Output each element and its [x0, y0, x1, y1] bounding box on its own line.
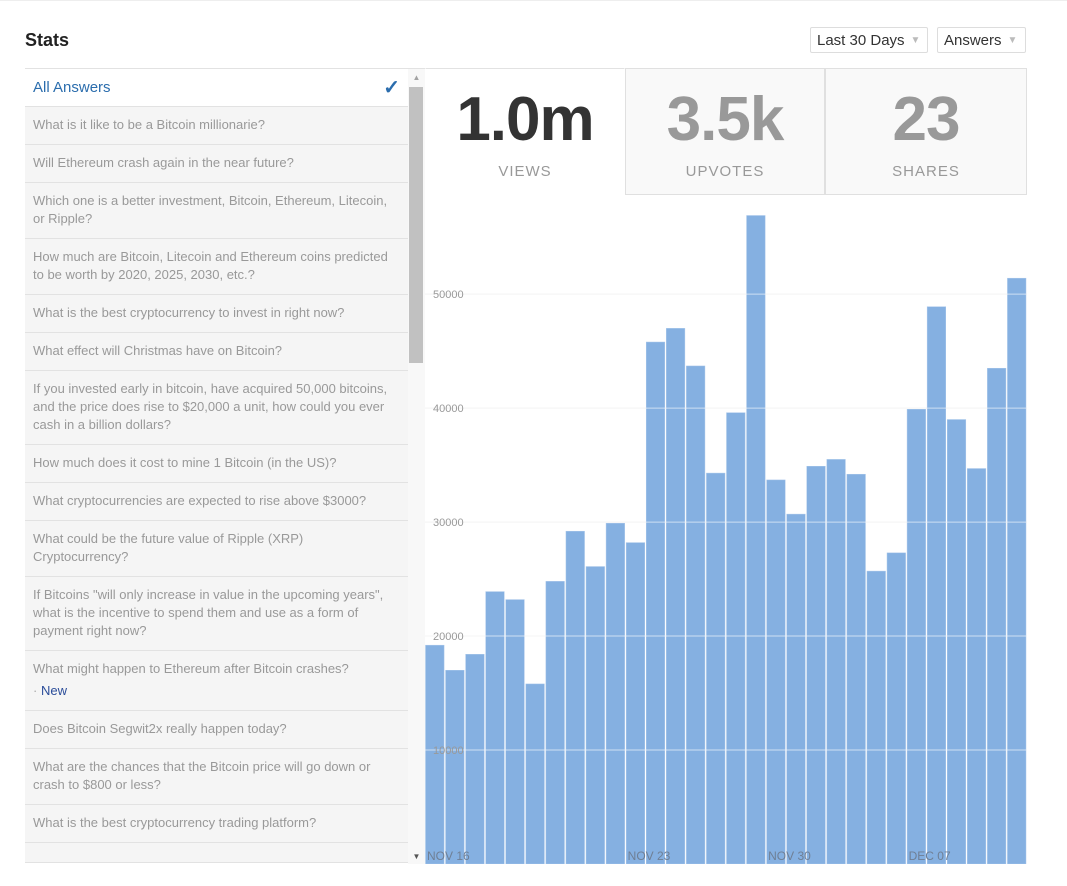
- list-item[interactable]: What is it like to be a Bitcoin milliona…: [25, 107, 408, 145]
- scrollbar-thumb[interactable]: [409, 87, 423, 363]
- list-item[interactable]: If Bitcoins "will only increase in value…: [25, 577, 408, 651]
- answer-question-text: What is the best cryptocurrency to inves…: [33, 305, 345, 320]
- answer-question-text: If you invested early in bitcoin, have a…: [33, 381, 388, 432]
- x-tick-label: NOV 16: [427, 849, 470, 863]
- bar[interactable]: [645, 341, 666, 864]
- type-dropdown[interactable]: Answers ▼: [937, 27, 1026, 53]
- bar[interactable]: [806, 465, 826, 864]
- y-tick-label: 10000: [433, 745, 464, 757]
- list-item-all-answers[interactable]: All Answers ✓: [25, 69, 408, 107]
- bar[interactable]: [686, 365, 706, 864]
- answers-list: All Answers ✓ What is it like to be a Bitc…: [25, 68, 425, 864]
- answer-question-text: How much are Bitcoin, Litecoin and Ether…: [33, 249, 388, 282]
- answer-question-text: What might happen to Ethereum after Bitc…: [33, 661, 349, 676]
- list-item[interactable]: What might happen to Ethereum after Bitc…: [25, 651, 408, 711]
- views-bar-chart: 10000 20000 30000 40000 50000 NOV 16 NOV 23 NOV…: [425, 215, 1027, 864]
- stat-label: VIEWS: [498, 163, 552, 180]
- bar[interactable]: [585, 566, 605, 864]
- type-dropdown-value: Answers: [944, 31, 1002, 49]
- list-item[interactable]: Does Bitcoin Segwit2x really happen toda…: [25, 711, 408, 749]
- answer-question-text: Will Ethereum crash again in the near fu…: [33, 155, 294, 170]
- new-badge: · New: [33, 683, 67, 698]
- stat-value: 23: [892, 85, 961, 154]
- bar[interactable]: [565, 530, 585, 864]
- bar[interactable]: [465, 654, 485, 864]
- bar[interactable]: [946, 419, 967, 864]
- bar[interactable]: [926, 306, 946, 864]
- list-item[interactable]: What effect will Christmas have on Bitco…: [25, 333, 408, 371]
- list-item[interactable]: What could be the future value of Ripple…: [25, 521, 408, 577]
- bar[interactable]: [987, 367, 1007, 864]
- y-tick-label: 50000: [433, 289, 464, 301]
- bar[interactable]: [886, 552, 906, 864]
- answer-question-text: What cryptocurrencies are expected to ri…: [33, 493, 367, 508]
- checkmark-icon: ✓: [383, 76, 400, 99]
- range-dropdown[interactable]: Last 30 Days ▼: [810, 27, 928, 53]
- bar[interactable]: [846, 473, 866, 864]
- bar[interactable]: [866, 570, 886, 864]
- list-item[interactable]: Which one is a better investment, Bitcoi…: [25, 183, 408, 239]
- answer-question-text: What could be the future value of Ripple…: [33, 531, 304, 564]
- answer-question-text: Does Bitcoin Segwit2x really happen toda…: [33, 721, 287, 736]
- x-tick-label: NOV 30: [768, 849, 811, 863]
- stat-label: SHARES: [892, 163, 960, 180]
- bar[interactable]: [786, 513, 806, 864]
- stat-value: 3.5k: [666, 85, 785, 154]
- list-item[interactable]: How much are Bitcoin, Litecoin and Ether…: [25, 239, 408, 295]
- y-tick-label: 30000: [433, 517, 464, 529]
- stat-tab-views[interactable]: 1.0m VIEWS: [425, 68, 625, 195]
- bar[interactable]: [826, 459, 846, 864]
- bar[interactable]: [967, 468, 987, 864]
- bar[interactable]: [505, 599, 525, 864]
- bar[interactable]: [525, 683, 545, 864]
- bar[interactable]: [445, 670, 465, 864]
- bar[interactable]: [625, 542, 645, 864]
- stat-tab-shares[interactable]: 23 SHARES: [825, 68, 1027, 195]
- bar[interactable]: [746, 215, 766, 864]
- list-item[interactable]: What is the best cryptocurrency trading …: [25, 805, 408, 843]
- caret-down-icon: ▼: [910, 34, 921, 46]
- list-item[interactable]: Will Ethereum crash again in the near fu…: [25, 145, 408, 183]
- bar[interactable]: [906, 409, 926, 864]
- answer-question-text: What effect will Christmas have on Bitco…: [33, 343, 283, 358]
- answer-question-text: If Bitcoins "will only increase in value…: [33, 587, 384, 638]
- answer-question-text: What are the chances that the Bitcoin pr…: [33, 759, 371, 792]
- bar[interactable]: [766, 479, 786, 864]
- list-item[interactable]: If you invested early in bitcoin, have a…: [25, 371, 408, 445]
- page-title: Stats: [25, 30, 70, 50]
- y-tick-label: 40000: [433, 403, 464, 415]
- stat-tab-upvotes[interactable]: 3.5k UPVOTES: [625, 68, 825, 195]
- answer-question-text: What is the best cryptocurrency trading …: [33, 815, 317, 830]
- new-badge-label: New: [40, 683, 67, 698]
- top-divider: [0, 0, 1067, 1]
- scrollbar[interactable]: ▲ ▼: [408, 69, 425, 864]
- x-tick-label: NOV 23: [628, 849, 671, 863]
- bar[interactable]: [706, 472, 726, 864]
- list-item[interactable]: How much does it cost to mine 1 Bitcoin …: [25, 445, 408, 483]
- stat-label: UPVOTES: [685, 163, 765, 180]
- list-item[interactable]: What cryptocurrencies are expected to ri…: [25, 483, 408, 521]
- bar[interactable]: [666, 328, 686, 864]
- bar[interactable]: [1007, 277, 1027, 864]
- x-tick-label: DEC 07: [909, 849, 951, 863]
- scroll-down-arrow-icon[interactable]: ▼: [408, 852, 425, 861]
- y-tick-label: 20000: [433, 631, 464, 643]
- answer-question-text: How much does it cost to mine 1 Bitcoin …: [33, 455, 337, 470]
- answer-question-text: Which one is a better investment, Bitcoi…: [33, 193, 388, 226]
- answer-question-text: What is it like to be a Bitcoin milliona…: [33, 117, 265, 132]
- scroll-up-arrow-icon[interactable]: ▲: [408, 73, 425, 82]
- bar[interactable]: [545, 581, 565, 864]
- list-item[interactable]: What is the best cryptocurrency to inves…: [25, 295, 408, 333]
- list-item[interactable]: [25, 843, 408, 863]
- range-dropdown-value: Last 30 Days: [817, 31, 905, 49]
- caret-down-icon: ▼: [1007, 34, 1018, 46]
- list-item[interactable]: What are the chances that the Bitcoin pr…: [25, 749, 408, 805]
- stat-value: 1.0m: [456, 85, 594, 154]
- all-answers-label: All Answers: [33, 78, 111, 96]
- bar[interactable]: [485, 591, 505, 864]
- bar[interactable]: [605, 522, 625, 864]
- bar[interactable]: [726, 412, 746, 864]
